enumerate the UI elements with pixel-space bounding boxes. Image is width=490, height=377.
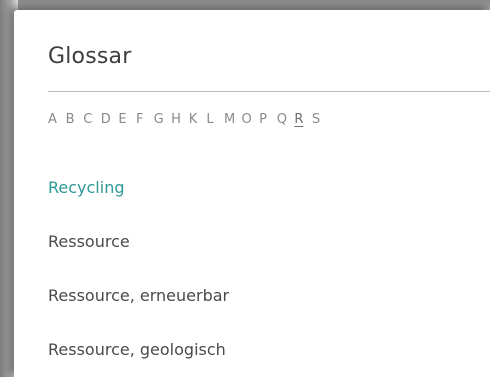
glossary-entry-ressource[interactable]: Ressource xyxy=(48,232,229,286)
letter-link-g[interactable]: G xyxy=(154,112,172,127)
glossary-panel: Glossar A B C D E F G H K L M O P Q R S … xyxy=(14,10,490,377)
letter-link-b[interactable]: B xyxy=(66,112,84,127)
letter-link-c[interactable]: C xyxy=(83,112,101,127)
letter-link-e[interactable]: E xyxy=(118,112,136,127)
glossary-entry-ressource-erneuerbar[interactable]: Ressource, erneuerbar xyxy=(48,286,229,340)
letter-link-p[interactable]: P xyxy=(259,112,277,127)
letter-link-s[interactable]: S xyxy=(312,112,330,127)
letter-link-d[interactable]: D xyxy=(101,112,119,127)
letter-link-q[interactable]: Q xyxy=(277,112,295,127)
letter-link-h[interactable]: H xyxy=(171,112,189,127)
title-divider xyxy=(48,91,490,92)
letter-link-l[interactable]: L xyxy=(206,112,224,127)
letter-link-k[interactable]: K xyxy=(189,112,207,127)
glossary-entry-list: Recycling Ressource Ressource, erneuerba… xyxy=(48,178,229,377)
glossary-entry-ressource-geologisch[interactable]: Ressource, geologisch xyxy=(48,340,229,377)
page-title: Glossar xyxy=(48,44,132,69)
letter-link-r-active[interactable]: R xyxy=(294,112,312,127)
letter-link-f[interactable]: F xyxy=(136,112,154,127)
alphabet-nav: A B C D E F G H K L M O P Q R S xyxy=(48,112,330,127)
letter-link-o[interactable]: O xyxy=(242,112,260,127)
letter-link-m[interactable]: M xyxy=(224,112,242,127)
glossary-entry-recycling[interactable]: Recycling xyxy=(48,178,229,232)
letter-link-a[interactable]: A xyxy=(48,112,66,127)
